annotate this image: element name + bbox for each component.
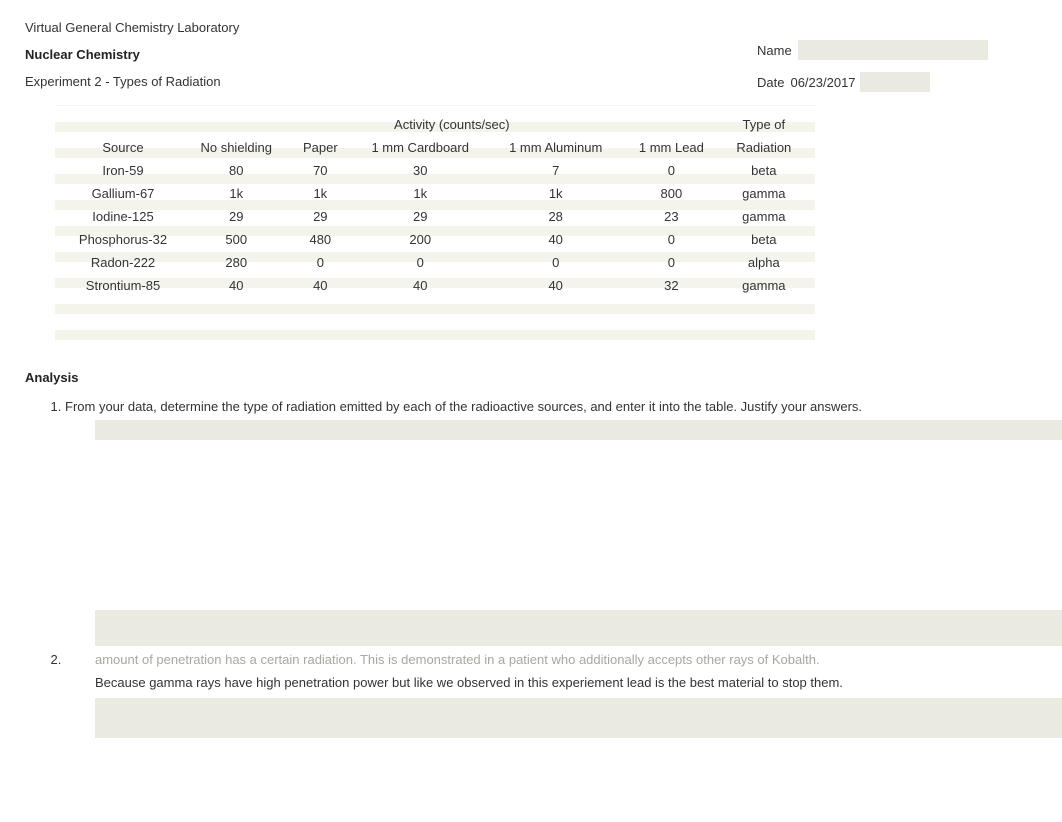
cell-cardboard: 40 [351, 274, 489, 297]
cell-source: Gallium-67 [63, 182, 183, 205]
cell-no_shield: 80 [183, 159, 289, 182]
col-header-type-l1: Type of [721, 113, 807, 136]
cell-lead: 0 [622, 228, 721, 251]
cell-paper: 40 [289, 274, 351, 297]
cell-no_shield: 29 [183, 205, 289, 228]
table-row: Iodine-1252929292823gamma [63, 205, 807, 228]
name-label: Name [757, 43, 792, 58]
name-input[interactable] [798, 40, 988, 60]
cell-source: Radon-222 [63, 251, 183, 274]
cell-paper: 480 [289, 228, 351, 251]
cell-lead: 0 [622, 251, 721, 274]
answer-input-q1-line1[interactable] [95, 420, 1062, 440]
data-table-container: Source Activity (counts/sec) Type of No … [55, 105, 815, 340]
answer-input-q2-line2[interactable] [95, 698, 1062, 738]
cell-cardboard: 200 [351, 228, 489, 251]
col-header-aluminum: 1 mm Aluminum [489, 136, 622, 159]
cell-type: beta [721, 159, 807, 182]
col-header-type-l2: Radiation [721, 136, 807, 159]
cell-no_shield: 280 [183, 251, 289, 274]
cell-source: Iron-59 [63, 159, 183, 182]
radiation-data-table: Source Activity (counts/sec) Type of No … [63, 113, 807, 297]
cell-lead: 23 [622, 205, 721, 228]
analysis-heading: Analysis [25, 370, 1037, 385]
faded-prior-text: amount of penetration has a certain radi… [95, 652, 1062, 667]
cell-aluminum: 40 [489, 228, 622, 251]
cell-source: Iodine-125 [63, 205, 183, 228]
cell-aluminum: 40 [489, 274, 622, 297]
cell-type: beta [721, 228, 807, 251]
cell-paper: 29 [289, 205, 351, 228]
cell-paper: 70 [289, 159, 351, 182]
table-row: Iron-5980703070beta [63, 159, 807, 182]
cell-lead: 0 [622, 159, 721, 182]
table-row: Radon-2222800000alpha [63, 251, 807, 274]
cell-aluminum: 7 [489, 159, 622, 182]
experiment-title: Experiment 2 - Types of Radiation [25, 74, 757, 89]
cell-cardboard: 30 [351, 159, 489, 182]
date-input-extra[interactable] [860, 72, 930, 92]
question-2: amount of penetration has a certain radi… [65, 610, 1037, 738]
cell-type: gamma [721, 205, 807, 228]
cell-aluminum: 0 [489, 251, 622, 274]
cell-lead: 32 [622, 274, 721, 297]
cell-source: Phosphorus-32 [63, 228, 183, 251]
cell-no_shield: 500 [183, 228, 289, 251]
date-label: Date [757, 75, 784, 90]
cell-type: alpha [721, 251, 807, 274]
cell-lead: 800 [622, 182, 721, 205]
cell-cardboard: 29 [351, 205, 489, 228]
lab-title: Virtual General Chemistry Laboratory [25, 20, 757, 35]
cell-type: gamma [721, 274, 807, 297]
course-title: Nuclear Chemistry [25, 47, 757, 62]
cell-cardboard: 1k [351, 182, 489, 205]
cell-source: Strontium-85 [63, 274, 183, 297]
table-row: Strontium-854040404032gamma [63, 274, 807, 297]
table-row: Phosphorus-32500480200400beta [63, 228, 807, 251]
cell-aluminum: 1k [489, 182, 622, 205]
cell-paper: 0 [289, 251, 351, 274]
col-header-lead: 1 mm Lead [622, 136, 721, 159]
col-header-source: Source [63, 113, 183, 159]
cell-type: gamma [721, 182, 807, 205]
table-row: Gallium-671k1k1k1k800gamma [63, 182, 807, 205]
question-1: From your data, determine the type of ra… [65, 399, 1037, 440]
col-header-no-shield: No shielding [183, 136, 289, 159]
col-header-paper: Paper [289, 136, 351, 159]
cell-cardboard: 0 [351, 251, 489, 274]
col-header-activity: Activity (counts/sec) [183, 113, 721, 136]
answer-text-q2: Because gamma rays have high penetration… [95, 675, 1062, 690]
question-1-text: From your data, determine the type of ra… [65, 399, 862, 414]
col-header-cardboard: 1 mm Cardboard [351, 136, 489, 159]
cell-no_shield: 40 [183, 274, 289, 297]
cell-aluminum: 28 [489, 205, 622, 228]
cell-no_shield: 1k [183, 182, 289, 205]
date-value: 06/23/2017 [790, 75, 855, 90]
answer-input-q2-line1[interactable] [95, 610, 1062, 646]
cell-paper: 1k [289, 182, 351, 205]
